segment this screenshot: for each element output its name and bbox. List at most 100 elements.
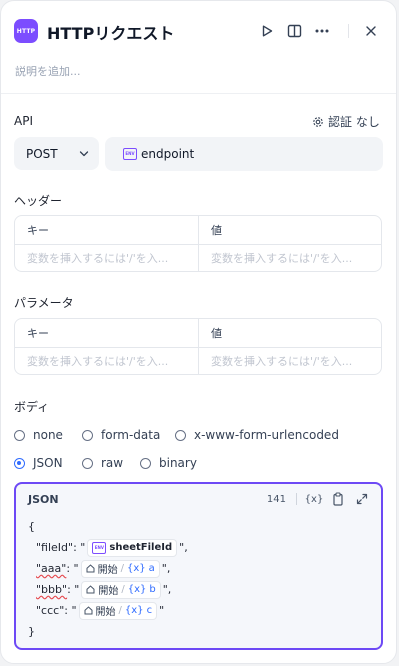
body-type-none[interactable]: none bbox=[14, 428, 63, 442]
params-table: キー 値 変数を挿入するには'/'を入... 変数を挿入するには'/'を入... bbox=[14, 318, 382, 375]
variable-name: sheetFileId bbox=[109, 542, 173, 553]
node-variable-chip: 開始 / {x} a bbox=[80, 559, 160, 578]
param-value-input[interactable]: 変数を挿入するには'/'を入... bbox=[198, 347, 381, 374]
code-text: } bbox=[28, 625, 35, 638]
code-line: "aaa" : " 開始 / {x} a ", bbox=[28, 558, 188, 579]
radio-urlencoded bbox=[175, 429, 186, 441]
code-text: ", bbox=[179, 541, 188, 554]
body-type-json[interactable]: JSON bbox=[14, 456, 63, 470]
json-editor[interactable]: JSON 141 {x} { "fileId": " ENV sheetFile… bbox=[14, 482, 383, 650]
table-row: 変数を挿入するには'/'を入... 変数を挿入するには'/'を入... bbox=[15, 244, 381, 271]
body-type-binary[interactable]: binary bbox=[140, 456, 197, 470]
body-type-urlencoded[interactable]: x-www-form-urlencoded bbox=[175, 428, 339, 442]
code-key: "bbb" bbox=[36, 583, 68, 596]
variable-name: a bbox=[148, 563, 155, 574]
radio-form-data bbox=[82, 429, 93, 441]
variable-name: c bbox=[146, 605, 153, 616]
endpoint-input[interactable]: ENV endpoint bbox=[105, 137, 383, 171]
variable-name: b bbox=[149, 584, 156, 595]
split-view-icon[interactable] bbox=[284, 21, 304, 41]
env-icon: ENV bbox=[123, 148, 137, 160]
radio-label: JSON bbox=[33, 456, 63, 470]
env-variable-chip: ENV sheetFileId bbox=[87, 538, 178, 557]
code-text: "ccc": " bbox=[36, 604, 77, 617]
insert-variable-icon[interactable]: {x} bbox=[305, 492, 324, 506]
radio-json-selected bbox=[14, 457, 25, 469]
value-column-header: 値 bbox=[198, 319, 381, 347]
chip-separator: / bbox=[120, 563, 124, 574]
code-text: ", bbox=[161, 562, 171, 575]
home-icon bbox=[84, 606, 93, 615]
gear-icon bbox=[313, 116, 323, 127]
radio-label: none bbox=[33, 428, 63, 442]
home-icon bbox=[86, 585, 95, 594]
description-input[interactable]: 説明を追加... bbox=[15, 63, 81, 79]
env-icon: ENV bbox=[92, 541, 107, 554]
headers-table: キー 値 変数を挿入するには'/'を入... 変数を挿入するには'/'を入... bbox=[14, 215, 382, 272]
variable-icon: {x} bbox=[126, 563, 146, 574]
node-name: 開始 bbox=[98, 586, 119, 597]
body-type-raw[interactable]: raw bbox=[82, 456, 123, 470]
chip-separator: / bbox=[121, 584, 125, 595]
code-text: { bbox=[28, 520, 35, 533]
table-row: 変数を挿入するには'/'を入... 変数を挿入するには'/'を入... bbox=[15, 347, 381, 374]
header-divider-line bbox=[1, 93, 396, 94]
home-icon bbox=[86, 564, 95, 573]
copy-icon[interactable] bbox=[331, 492, 345, 506]
header-value-input[interactable]: 変数を挿入するには'/'を入... bbox=[198, 244, 381, 271]
code-text: ", bbox=[162, 583, 172, 596]
headers-label: ヘッダー bbox=[14, 194, 63, 208]
panel-title: HTTPリクエスト bbox=[47, 24, 175, 43]
more-icon[interactable] bbox=[312, 21, 332, 41]
auth-label: 認証 なし bbox=[328, 115, 380, 129]
variable-icon: {x} bbox=[127, 584, 147, 595]
endpoint-variable: endpoint bbox=[141, 147, 195, 161]
node-variable-chip: 開始 / {x} b bbox=[81, 580, 161, 599]
chevron-down-icon bbox=[79, 150, 89, 156]
http-request-panel: HTTP HTTPリクエスト 説明を追加... API 認証 なし POST E… bbox=[0, 0, 397, 664]
auth-button[interactable]: 認証 なし bbox=[312, 113, 380, 130]
radio-label: raw bbox=[101, 456, 124, 470]
node-name: 開始 bbox=[95, 607, 116, 618]
variable-icon: {x} bbox=[124, 605, 144, 616]
expand-icon[interactable] bbox=[355, 492, 369, 506]
char-count: 141 bbox=[266, 493, 286, 505]
code-text: " bbox=[159, 604, 165, 617]
chip-separator: / bbox=[118, 605, 122, 616]
toolbar-divider bbox=[296, 493, 297, 505]
radio-label: binary bbox=[159, 456, 197, 470]
radio-raw bbox=[82, 457, 93, 469]
params-label: パラメータ bbox=[14, 296, 74, 310]
code-line: { bbox=[28, 516, 188, 537]
http-app-icon: HTTP bbox=[14, 19, 38, 43]
editor-title: JSON bbox=[28, 493, 59, 506]
code-line: "ccc": " 開始 / {x} c " bbox=[28, 600, 188, 621]
method-value: POST bbox=[26, 146, 58, 161]
key-column-header: キー bbox=[27, 224, 49, 237]
radio-label: form-data bbox=[101, 428, 161, 442]
value-column-header: 値 bbox=[198, 216, 381, 244]
api-label: API bbox=[14, 114, 33, 128]
radio-none bbox=[14, 429, 25, 441]
code-text: : " bbox=[66, 562, 79, 575]
editor-toolbar: 141 {x} bbox=[267, 492, 369, 506]
node-name: 開始 bbox=[97, 565, 118, 576]
key-column-header: キー bbox=[27, 327, 49, 340]
radio-binary bbox=[140, 457, 151, 469]
table-header-row: キー 値 bbox=[15, 216, 381, 245]
header-key-input[interactable]: 変数を挿入するには'/'を入... bbox=[15, 244, 198, 271]
body-label: ボディ bbox=[14, 400, 50, 414]
code-line: "fileId": " ENV sheetFileId ", bbox=[28, 537, 188, 558]
code-key: "aaa" bbox=[36, 562, 67, 575]
body-type-form-data[interactable]: form-data bbox=[82, 428, 160, 442]
code-text: : " bbox=[67, 583, 80, 596]
radio-label: x-www-form-urlencoded bbox=[194, 428, 339, 442]
method-select[interactable]: POST bbox=[14, 137, 99, 170]
code-line: } bbox=[28, 621, 188, 642]
play-icon[interactable] bbox=[257, 21, 277, 41]
close-icon[interactable] bbox=[361, 21, 381, 41]
code-line: "bbb" : " 開始 / {x} b ", bbox=[28, 579, 188, 600]
header-divider bbox=[348, 24, 349, 38]
code-text: "fileId": " bbox=[36, 541, 86, 554]
param-key-input[interactable]: 変数を挿入するには'/'を入... bbox=[15, 347, 198, 374]
